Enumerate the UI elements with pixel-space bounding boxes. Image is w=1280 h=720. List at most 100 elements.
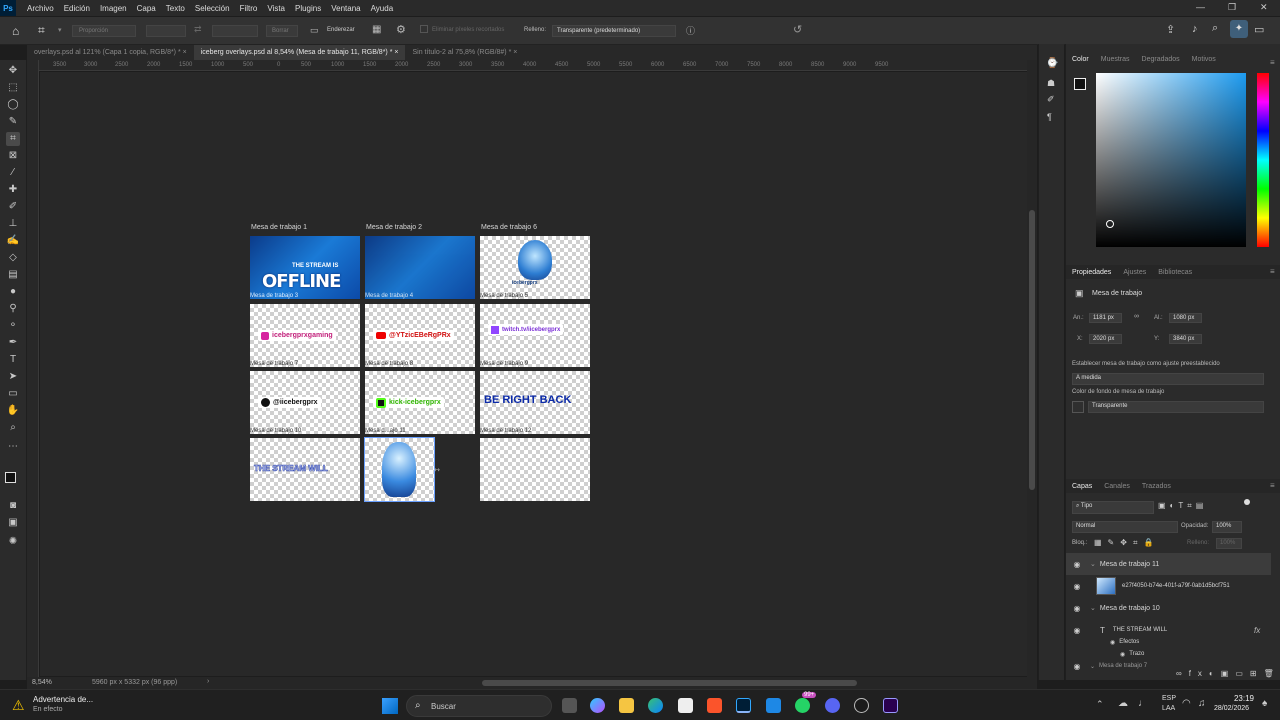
chevron-down-icon[interactable]: ⌄ [1090,663,1095,670]
tab-capas[interactable]: Capas [1066,483,1098,490]
close-icon[interactable]: × [183,49,187,56]
clock-time[interactable]: 23:19 [1220,694,1254,703]
properties-panel-icon[interactable]: ☗ [1047,78,1055,89]
chevron-up-icon[interactable]: ⌃ [1096,699,1104,710]
fill-select[interactable]: Transparente (predeterminado) [552,25,676,37]
chevron-right-icon[interactable]: › [207,678,209,685]
brush-tool-icon[interactable]: ✐ [6,200,20,214]
bg-color-swatch[interactable] [1072,401,1084,413]
chevron-down-icon[interactable]: ⌄ [1090,560,1096,568]
eye-icon[interactable]: ◉ [1072,604,1082,613]
lasso-tool-icon[interactable]: ◯ [6,98,20,112]
cloud-icon[interactable]: ☁ [1118,698,1128,709]
foreground-color-swatch[interactable] [1074,78,1086,90]
clock-date[interactable]: 28/02/2026 [1214,705,1249,712]
gear-icon[interactable]: ⚙ [396,23,406,36]
layer-effect-stroke[interactable]: ◉ Trazo [1066,647,1271,661]
notifications-icon[interactable]: ♠ [1262,698,1267,709]
microphone-icon[interactable]: ♩ [1138,698,1148,709]
workspace-icon[interactable]: ▭ [1254,23,1264,36]
hue-slider[interactable] [1257,73,1269,247]
resize-handle-icon[interactable]: ⇿ [434,466,440,474]
task-view-icon[interactable] [562,698,577,713]
straighten-button[interactable]: Enderezar [327,27,355,33]
menu-filtro[interactable]: Filtro [235,4,263,13]
clear-button[interactable]: Borrar [266,25,298,37]
eyedropper-tool-icon[interactable]: ⁄ [6,166,20,180]
path-selection-tool-icon[interactable]: ➤ [6,370,20,384]
hand-tool-icon[interactable]: ✋ [6,404,20,418]
eraser-tool-icon[interactable]: ◇ [6,251,20,265]
artboard-empty[interactable] [480,438,590,501]
artboard-stream-will[interactable]: THE STREAM WILL [250,438,360,501]
obs-icon[interactable] [854,698,869,713]
menu-seleccion[interactable]: Selección [190,4,235,13]
artboard-2-label[interactable]: Mesa de trabajo 2 [366,224,422,231]
color-picker-handle[interactable] [1106,220,1114,228]
language-code[interactable]: ESP [1162,695,1176,702]
layer-filter-icons[interactable]: ▣◐T⌗▤ [1158,501,1207,511]
move-tool-icon[interactable]: ✥ [6,64,20,78]
restore-icon[interactable]: ❐ [1228,2,1236,13]
close-icon[interactable]: × [394,49,398,56]
premiere-icon[interactable] [883,698,898,713]
layer-filter-select[interactable]: ⌕ Tipo [1072,501,1154,514]
menu-archivo[interactable]: Archivo [22,4,59,13]
artboard-youtube[interactable]: @YTzicEBeRgPRx Mesa de trabajo 8 [365,304,475,367]
paragraph-panel-icon[interactable]: ¶ [1047,112,1052,122]
reset-icon[interactable]: ↺ [793,23,802,36]
info-icon[interactable]: ⓘ [686,24,695,37]
eye-icon[interactable]: ◉ [1072,582,1082,591]
quick-mask-icon[interactable]: ◙ [6,499,20,513]
rectangle-tool-icon[interactable]: ▭ [6,387,20,401]
dodge-tool-icon[interactable]: ⚲ [6,302,20,316]
chevron-down-icon[interactable]: ▾ [58,26,62,34]
color-picker-field[interactable] [1096,73,1246,247]
gradient-tool-icon[interactable]: ▤ [6,268,20,282]
artboard-1-label[interactable]: Mesa de trabajo 1 [251,224,307,231]
tab-ajustes[interactable]: Ajustes [1117,269,1152,276]
zoom-tool-icon[interactable]: ⌕ [6,421,20,435]
tab-bibliotecas[interactable]: Bibliotecas [1152,269,1198,276]
brush-panel-icon[interactable]: ✐ [1047,94,1055,105]
artboard-tiktok[interactable]: @iicebergprx Mesa de trabajo 10 [250,371,360,434]
windows-start-icon[interactable] [382,698,398,714]
menu-edicion[interactable]: Edición [59,4,95,13]
keyboard-layout[interactable]: LAA [1162,705,1175,712]
blur-tool-icon[interactable]: ● [6,285,20,299]
eye-icon[interactable]: ◉ [1072,626,1082,635]
taskbar-search[interactable]: ⌕ Buscar [406,695,552,717]
minimize-icon[interactable]: — [1196,2,1205,12]
sponge-tool-icon[interactable]: ⚬ [6,319,20,333]
ratio-select[interactable]: Proporción [72,25,136,37]
crop-tool-icon[interactable]: ⌗ [6,132,20,146]
vertical-scrollbar[interactable] [1027,60,1037,678]
wifi-icon[interactable]: ◠ [1182,698,1191,709]
vertical-scroll-thumb[interactable] [1029,210,1035,490]
ratio-height-input[interactable] [212,25,258,37]
blend-mode-select[interactable]: Normal [1072,521,1178,533]
preset-select[interactable]: A medida [1072,373,1264,385]
horizontal-scroll-thumb[interactable] [482,680,857,686]
eye-icon[interactable]: ◉ [1120,651,1125,658]
healing-brush-tool-icon[interactable]: ✚ [6,183,20,197]
filter-toggle-icon[interactable] [1244,499,1250,505]
tab-motivos[interactable]: Motivos [1186,56,1222,63]
artboard-6-label[interactable]: Mesa de trabajo 6 [481,224,537,231]
store-icon[interactable] [678,698,693,713]
edge-icon[interactable] [648,698,663,713]
app-icon[interactable] [766,698,781,713]
share-icon[interactable]: ⇪ [1166,23,1175,36]
menu-ayuda[interactable]: Ayuda [366,4,399,13]
layer-image[interactable]: ◉ e27f4050-b74e-401f-a79f-0ab1d5bcf751 [1066,575,1271,597]
tab-color[interactable]: Color [1066,56,1095,63]
generative-icon[interactable]: ✺ [6,535,20,549]
document-canvas[interactable]: Mesa de trabajo 1 Mesa de trabajo 2 Mesa… [40,72,1027,676]
width-input[interactable]: 1181 px [1089,313,1122,323]
panel-menu-icon[interactable]: ≡ [1270,481,1275,490]
zoom-level[interactable]: 8,54% [32,679,52,686]
panel-menu-icon[interactable]: ≡ [1270,58,1275,67]
artboard-brb[interactable]: BE RIGHT BACK Mesa de trabajo 12 [480,371,590,434]
artboard-kick[interactable]: kick-icebergprx Mesa d...ajo 11 [365,371,475,434]
bg-color-select[interactable]: Transparente [1088,401,1264,413]
